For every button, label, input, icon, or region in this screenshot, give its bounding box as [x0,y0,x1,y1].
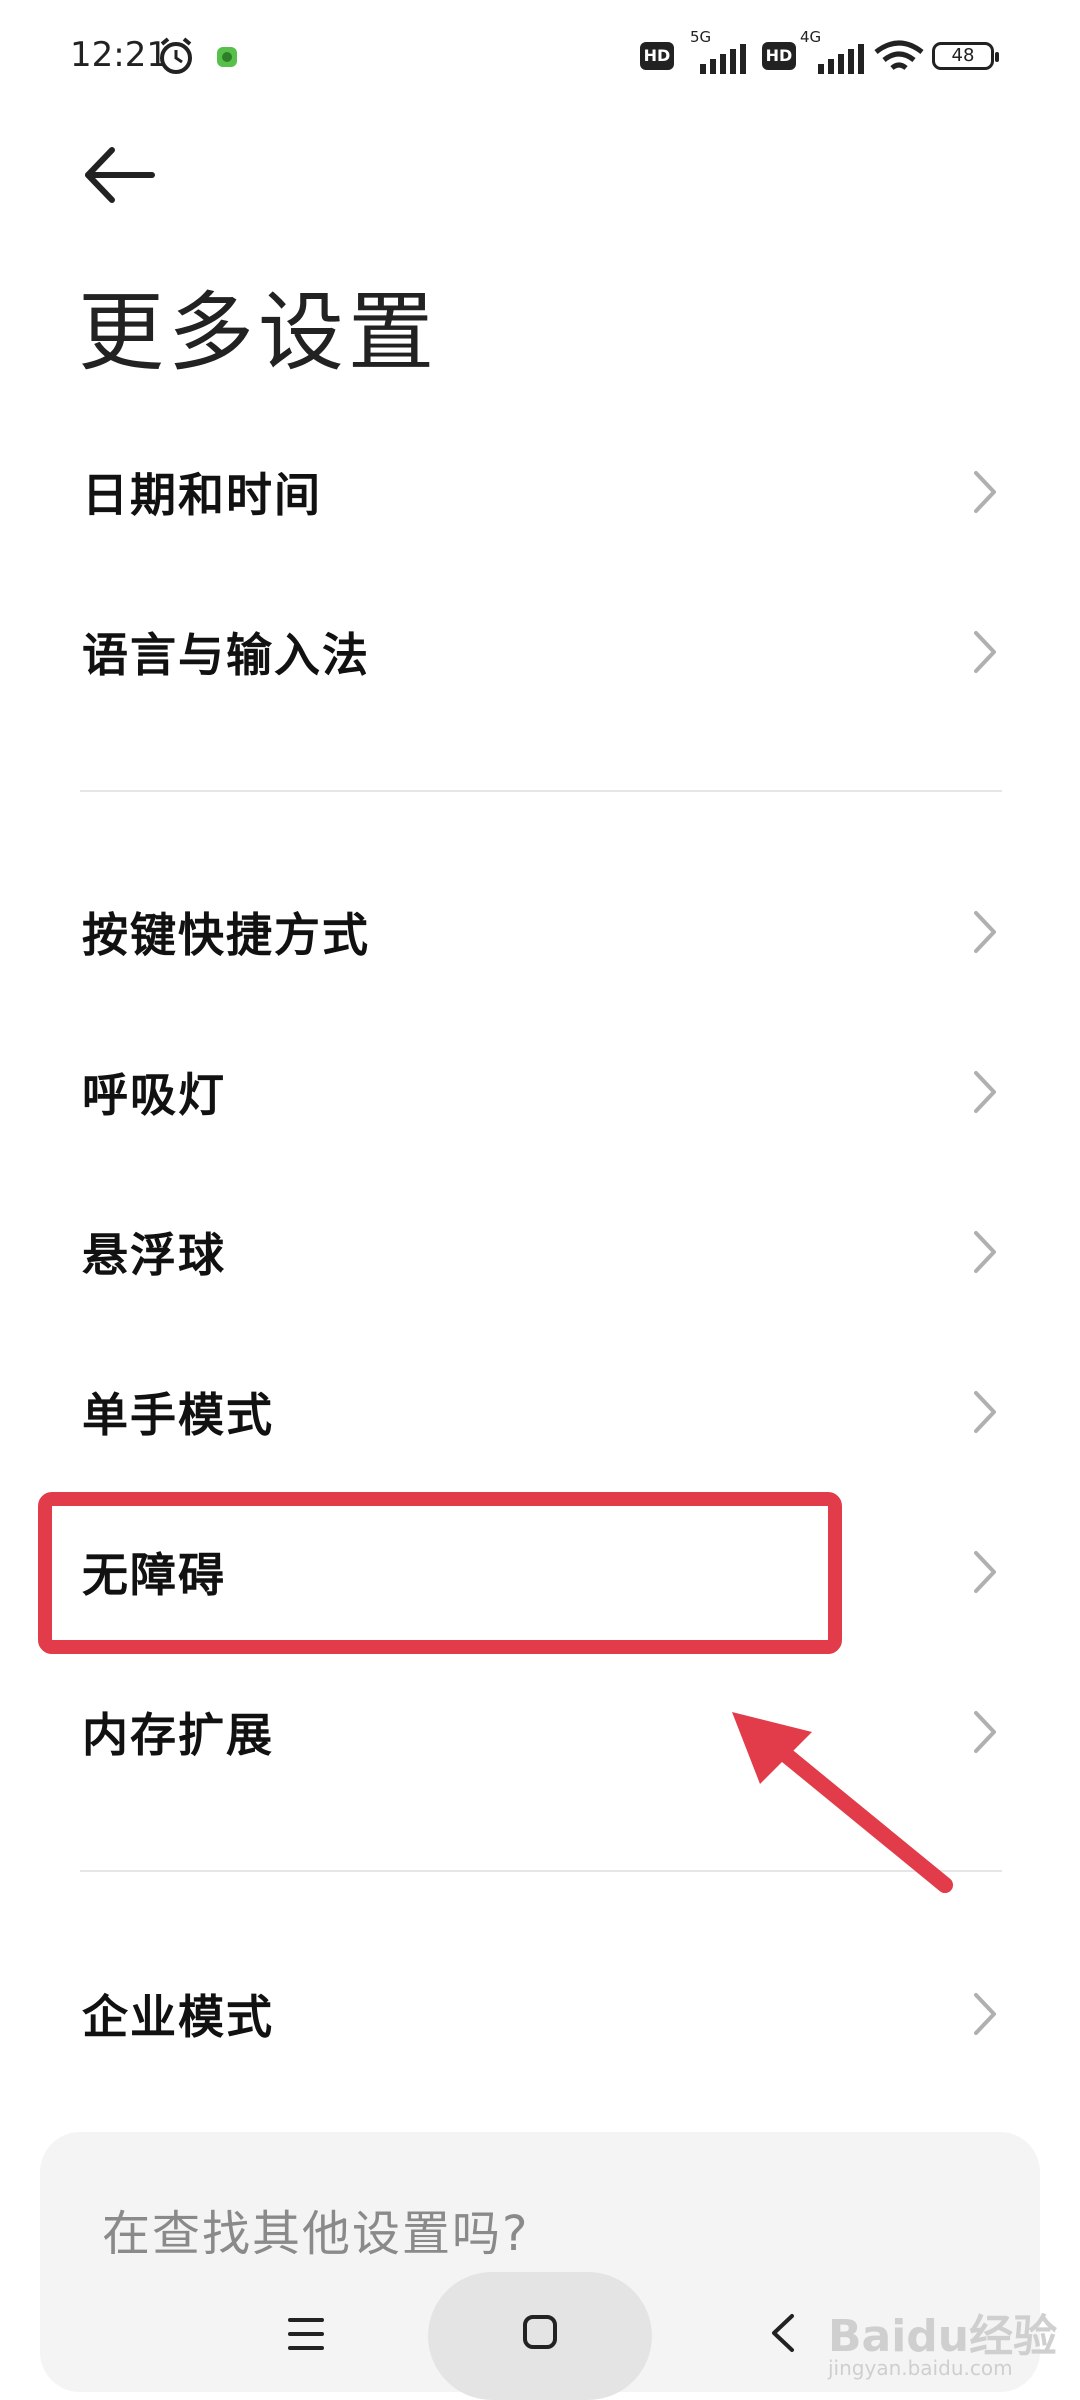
menu-icon[interactable] [286,2316,326,2352]
status-bar: 12:21 HD 5G HD 4G 48 [0,0,1080,118]
hd-badge: HD [640,42,674,70]
settings-item-label: 悬浮球 [82,1228,226,1282]
settings-item-label: 企业模式 [82,1990,274,2044]
chevron-right-icon [974,1071,996,1113]
chevron-right-icon [974,911,996,953]
home-icon[interactable] [522,2314,558,2350]
signal-icon [700,44,746,74]
chevron-right-icon [974,1711,996,1753]
settings-item-button-shortcuts[interactable]: 按键快捷方式 [0,852,1080,1012]
settings-item-label: 单手模式 [82,1388,274,1442]
highlight-box [38,1492,842,1654]
back-arrow-icon[interactable] [80,140,160,210]
signal-icon-2 [818,44,864,74]
chevron-right-icon [974,1551,996,1593]
watermark-url: jingyan.baidu.com [828,2356,1013,2380]
settings-item-enterprise-mode[interactable]: 企业模式 [0,1934,1080,2094]
hd-badge-2: HD [762,42,796,70]
pointer-arrow-icon [732,1712,953,1893]
settings-item-label: 呼吸灯 [82,1068,226,1122]
chevron-right-icon [974,471,996,513]
chevron-right-icon [974,1993,996,2035]
battery-icon: 48 [932,42,999,70]
settings-item-one-handed-mode[interactable]: 单手模式 [0,1332,1080,1492]
page-title: 更多设置 [78,283,438,383]
search-card-text: 在查找其他设置吗? [102,2206,530,2262]
app-notification-icon [217,47,237,67]
wifi-icon [874,40,924,70]
chevron-right-icon [974,631,996,673]
status-time: 12:21 [70,35,168,75]
watermark-logo: Baidu经验 [828,2311,1058,2362]
settings-item-notification-light[interactable]: 呼吸灯 [0,1012,1080,1172]
alarm-icon [160,37,192,74]
section-divider [80,790,1002,792]
settings-item-floating-ball[interactable]: 悬浮球 [0,1172,1080,1332]
chevron-right-icon [974,1391,996,1433]
settings-item-language-input[interactable]: 语言与输入法 [0,572,1080,732]
settings-item-label: 日期和时间 [82,468,322,522]
back-nav-icon[interactable] [768,2312,798,2354]
settings-item-date-time[interactable]: 日期和时间 [0,412,1080,572]
settings-item-label: 按键快捷方式 [82,908,370,962]
settings-item-label: 内存扩展 [82,1708,274,1762]
chevron-right-icon [974,1231,996,1273]
settings-item-label: 语言与输入法 [82,628,370,682]
